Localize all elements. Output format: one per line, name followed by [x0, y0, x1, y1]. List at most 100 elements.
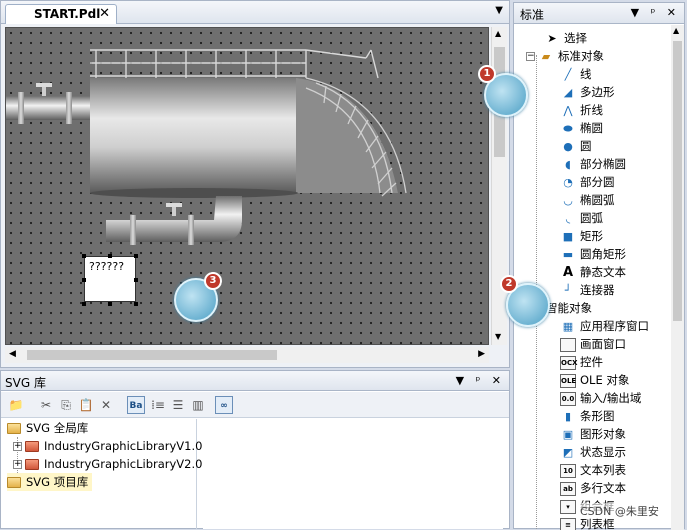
tank-graphic[interactable] — [6, 28, 489, 345]
toolbox-item-status-display[interactable]: ◩状态显示 — [560, 443, 626, 461]
delete-icon[interactable]: ✕ — [97, 396, 115, 414]
bar-icon: ▮ — [560, 410, 576, 424]
resize-handle[interactable] — [82, 302, 86, 306]
toolbox-item-control[interactable]: OCX控件 — [560, 353, 603, 371]
pane-controls[interactable]: ▼ ᵖ ✕ — [631, 6, 680, 19]
folder-icon — [7, 477, 21, 488]
application-window-icon: ▦ — [560, 320, 576, 334]
large-icons-view-icon[interactable]: Ba — [127, 396, 145, 414]
toolbox-item-rectangle[interactable]: ■矩形 — [560, 227, 603, 245]
expand-icon[interactable]: + — [13, 460, 22, 469]
pane-controls[interactable]: ▼ ᵖ ✕ — [456, 374, 505, 387]
toolbox-item-ellipse-arc[interactable]: ◡椭圆弧 — [560, 191, 615, 209]
toolbox-tree: ➤选择 −▰标准对象 ╱线 ◢多边形 ⋀折线 ⬬椭圆 ●圆 ◖部分椭圆 ◔部分圆… — [514, 25, 670, 530]
scroll-left-arrow-icon[interactable]: ◀ — [9, 349, 16, 359]
rectangle-icon: ■ — [560, 230, 576, 244]
svg-project-library[interactable]: SVG 项目库 — [7, 473, 92, 491]
outlet-pipe — [106, 196, 242, 242]
folder-icon — [25, 459, 39, 470]
toolbox-item-text-list[interactable]: 10文本列表 — [560, 461, 626, 479]
step-3-cursor-badge: 3 — [174, 278, 218, 322]
toolbox-item-bar[interactable]: ▮条形图 — [560, 407, 615, 425]
step-number: 1 — [478, 65, 496, 83]
svg-library-pane: SVG 库 ▼ ᵖ ✕ 📁 ✂ ⎘ 📋 ✕ Ba ⁞≡ ☰ ▥ ∞ SVG 全局… — [0, 370, 510, 529]
copy-icon[interactable]: ⎘ — [57, 396, 75, 414]
toolbox-item-polygon[interactable]: ◢多边形 — [560, 83, 615, 101]
toolbox-item-graphic-object[interactable]: ▣图形对象 — [560, 425, 626, 443]
svg-library-title: SVG 库 — [5, 376, 46, 390]
combobox-icon: ▾ — [560, 500, 576, 514]
resize-handle[interactable] — [134, 278, 138, 282]
static-text-field[interactable]: ?????? — [84, 256, 136, 302]
toolbox-item-line[interactable]: ╱线 — [560, 65, 592, 83]
toolbox-item-application-window[interactable]: ▦应用程序窗口 — [560, 317, 649, 335]
toolbox-item-io-field[interactable]: 0.0输入/输出域 — [560, 389, 641, 407]
folder-icon — [25, 441, 39, 452]
scroll-up-arrow-icon[interactable]: ▲ — [673, 26, 679, 35]
scroll-right-arrow-icon[interactable]: ▶ — [478, 349, 485, 359]
svg-global-library[interactable]: SVG 全局库 — [7, 419, 88, 437]
step-number: 2 — [500, 275, 518, 293]
toolbox-folder-standard-objects[interactable]: −▰标准对象 — [526, 47, 604, 65]
tab-menu-arrow-icon[interactable]: ▼ — [495, 5, 503, 16]
io-field-icon: 0.0 — [560, 392, 576, 406]
tab-start-pdl[interactable]: START.Pdl ✕ — [5, 4, 117, 24]
small-icons-view-icon[interactable]: ⁞≡ — [149, 396, 167, 414]
ellipse-arc-icon: ◡ — [560, 194, 576, 208]
toolbox-item-polyline[interactable]: ⋀折线 — [560, 101, 603, 119]
scrollbar-thumb[interactable] — [673, 41, 682, 321]
toolbox-item-ole-object[interactable]: OLEOLE 对象 — [560, 371, 629, 389]
static-text-icon: A — [560, 266, 576, 280]
text-list-icon: 10 — [560, 464, 576, 478]
toolbox-item-static-text[interactable]: A静态文本 — [560, 263, 626, 281]
collapse-icon[interactable]: − — [526, 52, 535, 61]
resize-handle[interactable] — [134, 254, 138, 258]
step-number: 3 — [204, 272, 222, 290]
toolbox-item-select[interactable]: ➤选择 — [544, 29, 587, 47]
resize-handle[interactable] — [108, 302, 112, 306]
graphics-canvas[interactable]: ?????? 3 — [5, 27, 489, 345]
toolbox-item-ellipse-segment[interactable]: ◖部分椭圆 — [560, 155, 626, 173]
scroll-up-arrow-icon[interactable]: ▲ — [495, 29, 501, 38]
toolbox-header: 标准 ▼ ᵖ ✕ — [514, 3, 684, 24]
svg-library-header: SVG 库 ▼ ᵖ ✕ — [1, 371, 509, 391]
editor-window: START.Pdl ✕ ▼ — [0, 0, 510, 368]
svg-library-item[interactable]: +IndustryGraphicLibraryV1.0 — [13, 437, 202, 455]
ellipse-segment-icon: ◖ — [560, 158, 576, 172]
horizontal-scrollbar[interactable]: ◀ ▶ — [5, 347, 489, 363]
toolbox-item-picture-window[interactable]: 画面窗口 — [560, 335, 626, 353]
toolbox-item-rounded-rectangle[interactable]: ▬圆角矩形 — [560, 245, 626, 263]
toolbox-item-multiline-text[interactable]: ab多行文本 — [560, 479, 626, 497]
document-tab-bar: START.Pdl ✕ ▼ — [1, 1, 509, 24]
svg-library-tree: SVG 全局库 +IndustryGraphicLibraryV1.0 +Ind… — [5, 419, 197, 529]
toolbox-item-ellipse[interactable]: ⬬椭圆 — [560, 119, 603, 137]
cut-icon[interactable]: ✂ — [37, 396, 55, 414]
scroll-down-arrow-icon[interactable]: ▼ — [495, 332, 501, 341]
paste-icon[interactable]: 📋 — [77, 396, 95, 414]
toolbox-item-circle[interactable]: ●圆 — [560, 137, 592, 155]
circle-icon: ● — [560, 140, 576, 154]
svg-library-toolbar: 📁 ✂ ⎘ 📋 ✕ Ba ⁞≡ ☰ ▥ ∞ — [1, 392, 509, 418]
resize-handle[interactable] — [134, 302, 138, 306]
tab-label: START.Pdl — [34, 7, 100, 21]
toolbox-folder-smart-objects[interactable]: 智能对象 — [546, 299, 592, 317]
list-view-icon[interactable]: ☰ — [169, 396, 187, 414]
line-icon: ╱ — [560, 68, 576, 82]
resize-handle[interactable] — [82, 278, 86, 282]
details-view-icon[interactable]: ▥ — [189, 396, 207, 414]
polygon-icon: ◢ — [560, 86, 576, 100]
toolbox-scrollbar[interactable]: ▲ — [671, 25, 684, 530]
resize-handle[interactable] — [108, 254, 112, 258]
svg-library-item[interactable]: +IndustryGraphicLibraryV2.0 — [13, 455, 202, 473]
toolbox-item-connector[interactable]: ┘连接器 — [560, 281, 615, 299]
toolbox-item-circle-segment[interactable]: ◔部分圆 — [560, 173, 615, 191]
expand-icon[interactable]: + — [13, 442, 22, 451]
close-icon[interactable]: ✕ — [99, 6, 110, 21]
scrollbar-thumb[interactable] — [27, 350, 277, 360]
text-field-value: ?????? — [89, 260, 124, 273]
preview-icon[interactable]: ∞ — [215, 396, 233, 414]
resize-handle[interactable] — [82, 254, 86, 258]
toolbox-item-circle-arc[interactable]: ◟圆弧 — [560, 209, 603, 227]
svg-library-content[interactable] — [203, 419, 503, 529]
new-folder-icon[interactable]: 📁 — [7, 396, 25, 414]
